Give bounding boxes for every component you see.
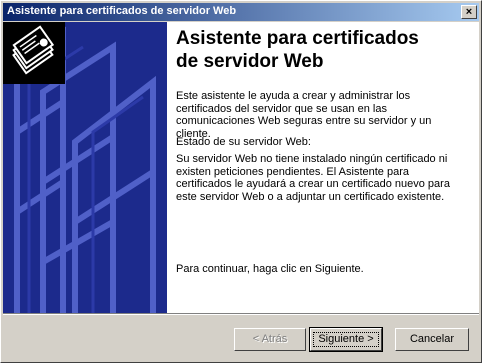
next-button-label: Siguiente > — [313, 332, 379, 347]
wizard-window: Asistente para certificados de servidor … — [0, 0, 482, 363]
heading-line-1: Asistente para certificados — [176, 28, 419, 49]
wizard-content: Asistente para certificados de servidor … — [3, 22, 479, 313]
heading-line-2: de servidor Web — [176, 51, 324, 72]
back-button-label: < Atrás — [252, 333, 288, 345]
close-icon: × — [465, 6, 473, 18]
next-button[interactable]: Siguiente > — [309, 327, 383, 352]
button-divider — [3, 313, 479, 315]
status-text: Su servidor Web no tiene instalado ningú… — [176, 153, 450, 203]
certificate-stack-icon — [3, 22, 65, 84]
title-bar[interactable]: Asistente para certificados de servidor … — [3, 3, 479, 21]
close-button[interactable]: × — [461, 5, 477, 19]
cancel-button[interactable]: Cancelar — [395, 328, 469, 351]
status-label: Estado de su servidor Web: — [176, 136, 311, 148]
back-button[interactable]: < Atrás — [234, 328, 306, 351]
wizard-heading: Asistente para certificados de servidor … — [176, 27, 466, 73]
window-title: Asistente para certificados de servidor … — [7, 5, 237, 17]
continue-text: Para continuar, haga clic en Siguiente. — [176, 263, 364, 275]
cancel-button-label: Cancelar — [409, 333, 455, 345]
intro-text: Este asistente le ayuda a crear y admini… — [176, 90, 432, 140]
side-banner — [3, 22, 167, 313]
